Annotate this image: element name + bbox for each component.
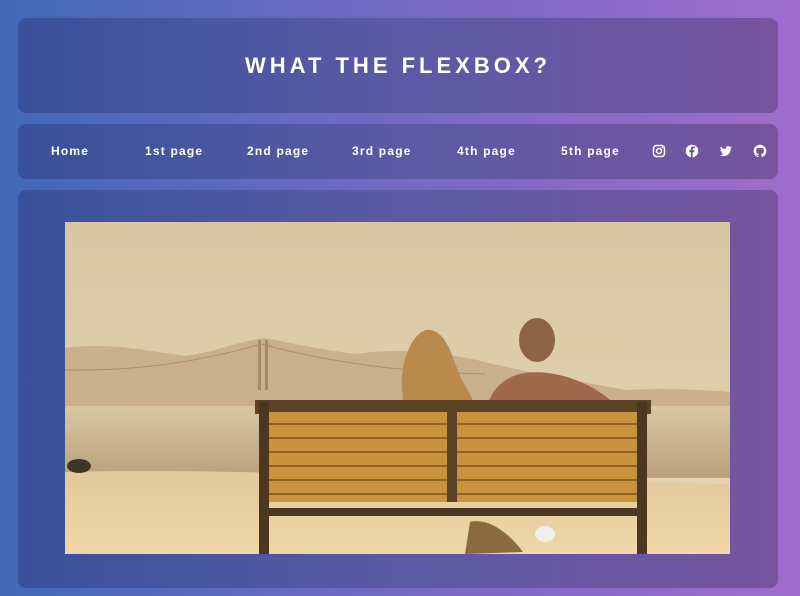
hero-photo: [65, 222, 730, 554]
github-icon[interactable]: [753, 144, 767, 158]
nav-link-1st-page[interactable]: 1st page: [145, 144, 203, 158]
instagram-icon[interactable]: [652, 144, 666, 158]
nav-link-4th-page[interactable]: 4th page: [457, 144, 516, 158]
facebook-icon[interactable]: [685, 144, 699, 158]
main-content: [18, 190, 778, 588]
nav-link-5th-page[interactable]: 5th page: [561, 144, 620, 158]
nav-link-3rd-page[interactable]: 3rd page: [352, 144, 412, 158]
twitter-icon[interactable]: [719, 144, 733, 158]
site-header: WHAT THE FLEXBOX?: [18, 18, 778, 113]
nav-link-home[interactable]: Home: [51, 144, 89, 158]
nav-link-2nd-page[interactable]: 2nd page: [247, 144, 309, 158]
main-nav: Home 1st page 2nd page 3rd page 4th page…: [18, 124, 778, 179]
site-title: WHAT THE FLEXBOX?: [245, 52, 551, 78]
